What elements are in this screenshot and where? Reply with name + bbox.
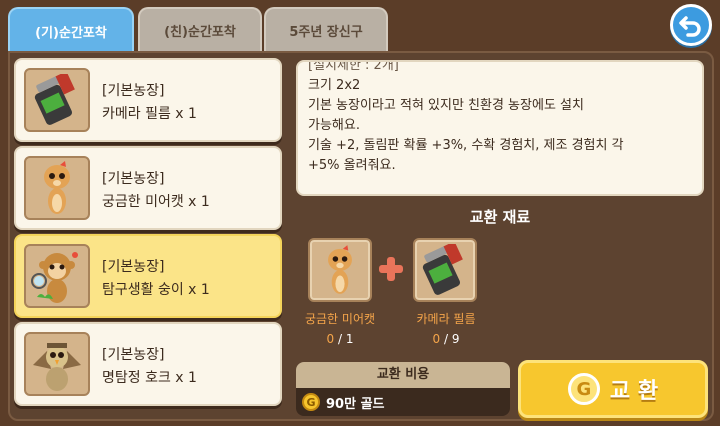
meerkat-icon: [24, 156, 90, 220]
material-have: 0: [326, 332, 335, 346]
item-name: 탐구생활 숭이 x 1: [102, 282, 210, 298]
tab-instant-capture-eco[interactable]: (친)순간포착: [138, 7, 262, 51]
monkey-icon: [24, 244, 90, 308]
gold-coin-icon: G: [567, 373, 600, 405]
material-camera-film: [413, 238, 477, 302]
item-name: 명탐정 호크 x 1: [102, 370, 197, 386]
material-name: 궁금한 미어캣: [304, 312, 376, 326]
material-count: 0 / 1: [280, 332, 400, 346]
exchange-cost-box: 교환 비용 G 90만 골드: [296, 362, 510, 416]
item-name: 궁금한 미어캣 x 1: [102, 194, 210, 210]
exchange-button[interactable]: G 교 환: [518, 360, 708, 418]
description-line: 크기 2x2: [308, 78, 361, 93]
hawk-icon: [24, 332, 90, 396]
material-need: / 1: [337, 332, 354, 346]
back-button[interactable]: [670, 4, 712, 46]
item-description: [설치제한 : 2개] 크기 2x2 기본 농장이라고 적혀 있지만 친환경 농…: [296, 60, 704, 196]
item-category: [기본농장]: [102, 259, 165, 275]
list-item-meerkat[interactable]: [기본농장] 궁금한 미어캣 x 1: [14, 146, 282, 230]
item-list: [기본농장] 카메라 필름 x 1 [기본농장] 궁금한 미어캣 x 1 [기본…: [10, 56, 282, 406]
cost-value-row: G 90만 골드: [296, 388, 510, 416]
material-have: 0: [432, 332, 441, 346]
item-category: [기본농장]: [102, 171, 165, 187]
description-line: 기본 농장이라고 적혀 있지만 친환경 농장에도 설치: [308, 98, 584, 113]
material-need: / 9: [443, 332, 460, 346]
back-arrow-icon: [679, 16, 701, 37]
description-line: +5% 올려줘요.: [308, 158, 396, 173]
list-item-hawk[interactable]: [기본농장] 명탐정 호크 x 1: [14, 322, 282, 406]
list-item-camera-film[interactable]: [기본농장] 카메라 필름 x 1: [14, 58, 282, 142]
tab-instant-capture-basic[interactable]: (기)순간포착: [8, 7, 134, 53]
camera-film-icon: [24, 68, 90, 132]
description-line: 기술 +2, 돌림판 확률 +3%, 수확 경험치, 제조 경험치 각: [308, 138, 624, 153]
plus-icon: [379, 257, 403, 281]
cost-title: 교환 비용: [296, 362, 510, 388]
description-line: 가능해요.: [308, 118, 360, 133]
list-item-monkey[interactable]: [기본농장] 탐구생활 숭이 x 1: [14, 234, 282, 318]
material-meerkat: [308, 238, 372, 302]
item-name: 카메라 필름 x 1: [102, 106, 197, 122]
material-count: 0 / 9: [386, 332, 506, 346]
gold-coin-icon: G: [302, 393, 320, 411]
meerkat-icon: [328, 245, 352, 294]
item-category: [기본농장]: [102, 347, 165, 363]
materials-title: 교환 재료: [469, 208, 531, 226]
tab-5th-anniversary-accessory[interactable]: 5주년 장신구: [264, 7, 388, 51]
camera-film-icon: [422, 244, 463, 295]
exchange-button-label: 교 환: [609, 379, 659, 404]
cost-value: 90만 골드: [326, 396, 385, 412]
description-cut-line: [설치제한 : 2개]: [308, 60, 399, 73]
item-category: [기본농장]: [102, 83, 165, 99]
material-name: 카메라 필름: [416, 312, 476, 326]
